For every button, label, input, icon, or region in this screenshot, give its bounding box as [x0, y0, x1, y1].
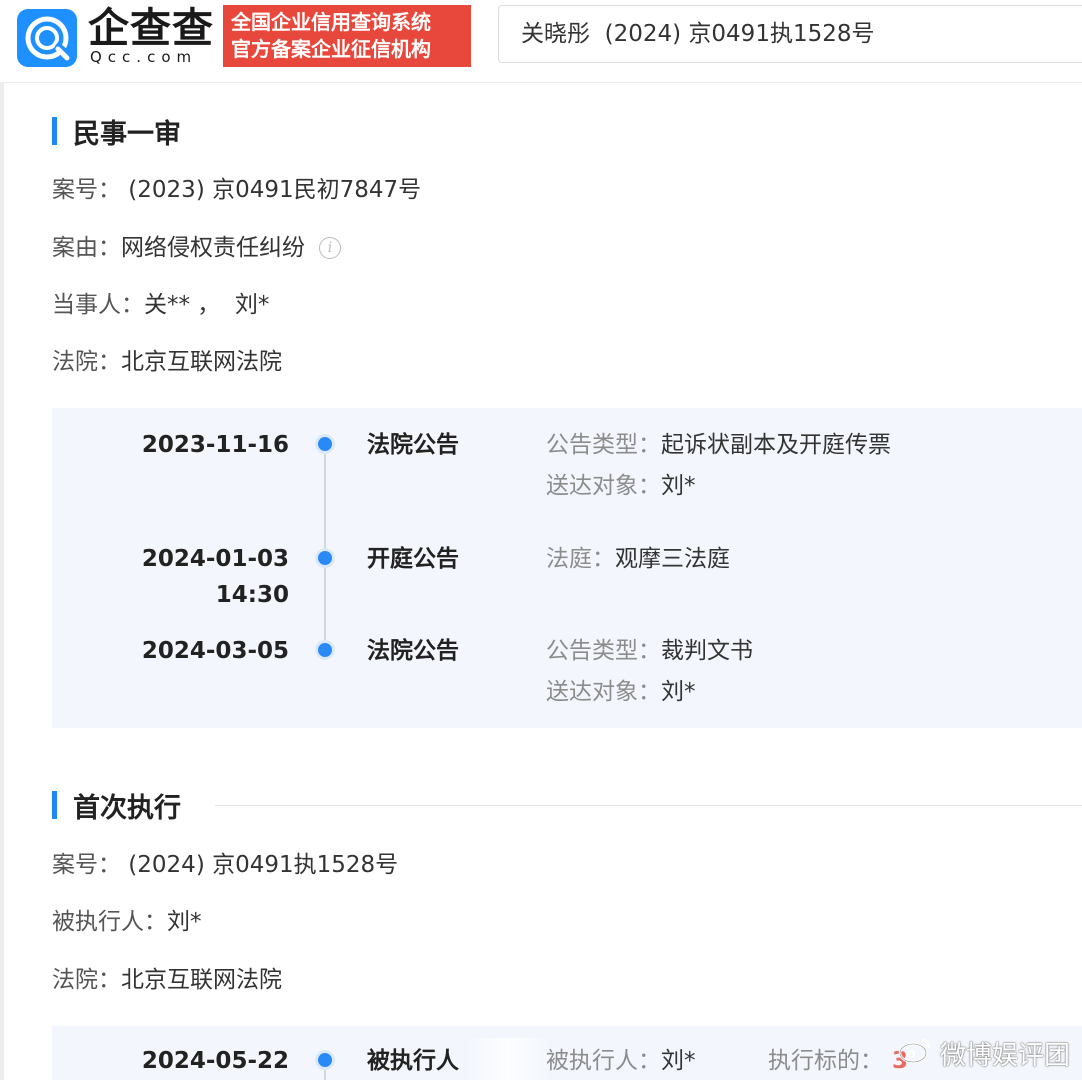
weibo-icon	[898, 1036, 932, 1071]
parties-label: 当事人：	[52, 292, 144, 318]
detail-key: 送达对象：	[546, 679, 661, 705]
case-timeline: 2023-11-16 法院公告 公告类型：起诉状副本及开庭传票 送达对象：刘* …	[52, 408, 1082, 728]
timeline-event-type[interactable]: 法院公告	[367, 430, 459, 460]
timeline-dot	[318, 1053, 332, 1067]
detail-key: 公告类型：	[546, 432, 661, 458]
timeline-detail: 被执行人：刘*	[546, 1046, 696, 1076]
court-value[interactable]: 北京互联网法院	[121, 965, 282, 995]
timeline-detail: 公告类型：裁判文书	[546, 636, 753, 666]
logo-domain: Qcc.com	[90, 48, 198, 66]
exec-court-row: 法院： 北京互联网法院	[52, 965, 282, 995]
case-cause-label: 案由：	[52, 235, 121, 261]
timeline-event-type[interactable]: 开庭公告	[367, 544, 459, 574]
info-icon[interactable]: i	[319, 237, 341, 259]
debtor-value: 刘*	[167, 909, 202, 935]
parties-value: 关** ， 刘*	[144, 292, 270, 318]
timeline-date: 2024-03-05	[141, 638, 289, 664]
weibo-watermark: 微博娱评团	[898, 1035, 1070, 1072]
court-label: 法院：	[52, 349, 121, 375]
debtor-label: 被执行人：	[52, 909, 167, 935]
timeline-detail: 送达对象：刘*	[546, 677, 696, 707]
section-title-text: 首次执行	[73, 792, 181, 824]
case-number-value[interactable]: (2024) 京0491执1528号	[121, 850, 398, 880]
detail-value: 刘*	[661, 679, 696, 705]
timeline-connector	[324, 444, 326, 654]
detail-value: 裁判文书	[661, 638, 753, 664]
court-value[interactable]: 北京互联网法院	[121, 347, 282, 377]
detail-value: 观摩三法庭	[615, 546, 730, 572]
timeline-detail: 公告类型：起诉状副本及开庭传票	[546, 430, 891, 460]
timeline-date: 2023-11-16	[141, 432, 289, 458]
left-edge-bar	[0, 82, 4, 1080]
exec-case-number-row: 案号： (2024) 京0491执1528号	[52, 850, 398, 880]
detail-key: 送达对象：	[546, 473, 661, 499]
watermark-text: 微博娱评团	[939, 1041, 1070, 1071]
section-title-first-execution: 首次执行	[52, 788, 181, 824]
timeline-detail: 执行标的：	[768, 1046, 883, 1076]
timeline-event-type[interactable]: 法院公告	[367, 636, 459, 666]
timeline-detail: 法庭：观摩三法庭	[546, 544, 730, 574]
case-cause-row: 案由： 网络侵权责任纠纷 i	[52, 233, 341, 263]
timeline-dot	[318, 551, 332, 565]
detail-value: 起诉状副本及开庭传票	[661, 432, 891, 458]
section-divider	[215, 805, 1082, 806]
timeline-time: 14:30	[215, 582, 289, 608]
section-title-text: 民事一审	[73, 118, 181, 150]
qcc-logo-icon[interactable]	[17, 9, 77, 67]
timeline-event-type[interactable]: 被执行人	[367, 1046, 459, 1076]
debtor-row: 被执行人： 刘*	[52, 907, 202, 937]
court-label: 法院：	[52, 967, 121, 993]
certification-badge: 全国企业信用查询系统 官方备案企业征信机构	[223, 5, 471, 67]
case-number-label: 案号：	[52, 177, 121, 203]
blur-overlay	[468, 1038, 548, 1080]
site-header: 企查查 Qcc.com 全国企业信用查询系统 官方备案企业征信机构 关晓彤 (2…	[0, 0, 1082, 83]
logo-wordmark[interactable]: 企查查	[88, 4, 214, 52]
timeline-date: 2024-01-03	[141, 546, 289, 572]
court-row: 法院： 北京互联网法院	[52, 347, 282, 377]
detail-key: 执行标的：	[768, 1048, 883, 1074]
timeline-dot	[318, 437, 332, 451]
detail-key: 法庭：	[546, 546, 615, 572]
timeline-detail: 送达对象：刘*	[546, 471, 696, 501]
detail-key: 公告类型：	[546, 638, 661, 664]
case-number-label: 案号：	[52, 852, 121, 878]
cert-line-2: 官方备案企业征信机构	[231, 37, 431, 61]
detail-value: 刘*	[661, 1048, 696, 1074]
timeline-date: 2024-05-22	[141, 1048, 289, 1074]
section-accent-bar	[52, 117, 57, 145]
search-input[interactable]: 关晓彤 (2024) 京0491执1528号	[498, 5, 1082, 63]
case-number-row: 案号： (2023) 京0491民初7847号	[52, 175, 421, 205]
section-accent-bar	[52, 791, 57, 819]
case-cause-value: 网络侵权责任纠纷	[121, 235, 305, 261]
timeline-dot	[318, 643, 332, 657]
detail-key: 被执行人：	[546, 1048, 661, 1074]
section-title-first-instance: 民事一审	[52, 114, 181, 150]
page: 企查查 Qcc.com 全国企业信用查询系统 官方备案企业征信机构 关晓彤 (2…	[0, 0, 1082, 1080]
detail-value: 刘*	[661, 473, 696, 499]
parties-row: 当事人： 关** ， 刘*	[52, 290, 269, 320]
case-number-value[interactable]: (2023) 京0491民初7847号	[121, 175, 421, 205]
cert-line-1: 全国企业信用查询系统	[231, 10, 431, 34]
